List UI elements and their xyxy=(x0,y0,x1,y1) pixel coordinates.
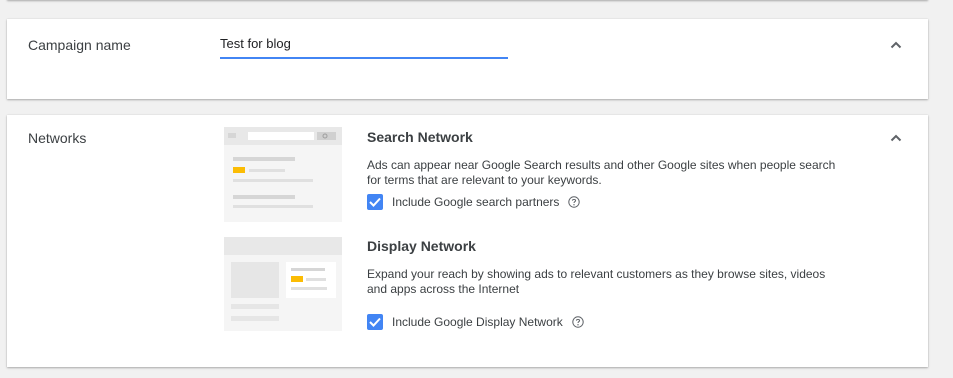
campaign-name-label: Campaign name xyxy=(28,37,131,53)
display-network-illustration xyxy=(224,237,342,331)
search-partners-label: Include Google search partners xyxy=(392,195,560,209)
checkmark-icon xyxy=(369,197,381,207)
chevron-up-icon xyxy=(890,134,902,142)
chevron-up-icon xyxy=(890,41,902,49)
display-network-checkbox[interactable] xyxy=(367,314,383,330)
display-network-block: Display Network Expand your reach by sho… xyxy=(367,238,847,330)
search-network-title: Search Network xyxy=(367,129,473,145)
display-network-title: Display Network xyxy=(367,238,476,254)
search-partners-checkbox[interactable] xyxy=(367,194,383,210)
help-circle-icon[interactable] xyxy=(568,196,581,208)
search-partners-option: Include Google search partners xyxy=(367,194,847,210)
networks-label: Networks xyxy=(28,130,87,146)
search-network-description: Ads can appear near Google Search result… xyxy=(367,158,836,187)
search-network-illustration xyxy=(224,127,342,222)
help-circle-icon[interactable] xyxy=(572,316,584,328)
search-network-block: Search Network Ads can appear near Googl… xyxy=(367,129,847,210)
collapse-campaign-name-button[interactable] xyxy=(888,37,904,53)
collapse-networks-button[interactable] xyxy=(888,130,904,146)
campaign-name-section: Campaign name xyxy=(7,19,928,99)
display-network-label: Include Google Display Network xyxy=(392,315,563,329)
checkmark-icon xyxy=(369,317,381,327)
display-network-description: Expand your reach by showing ads to rele… xyxy=(367,267,826,296)
campaign-name-input[interactable] xyxy=(220,36,508,59)
display-network-option: Include Google Display Network xyxy=(367,314,847,330)
networks-section: Networks Search Network Ads can appear n… xyxy=(7,115,928,367)
